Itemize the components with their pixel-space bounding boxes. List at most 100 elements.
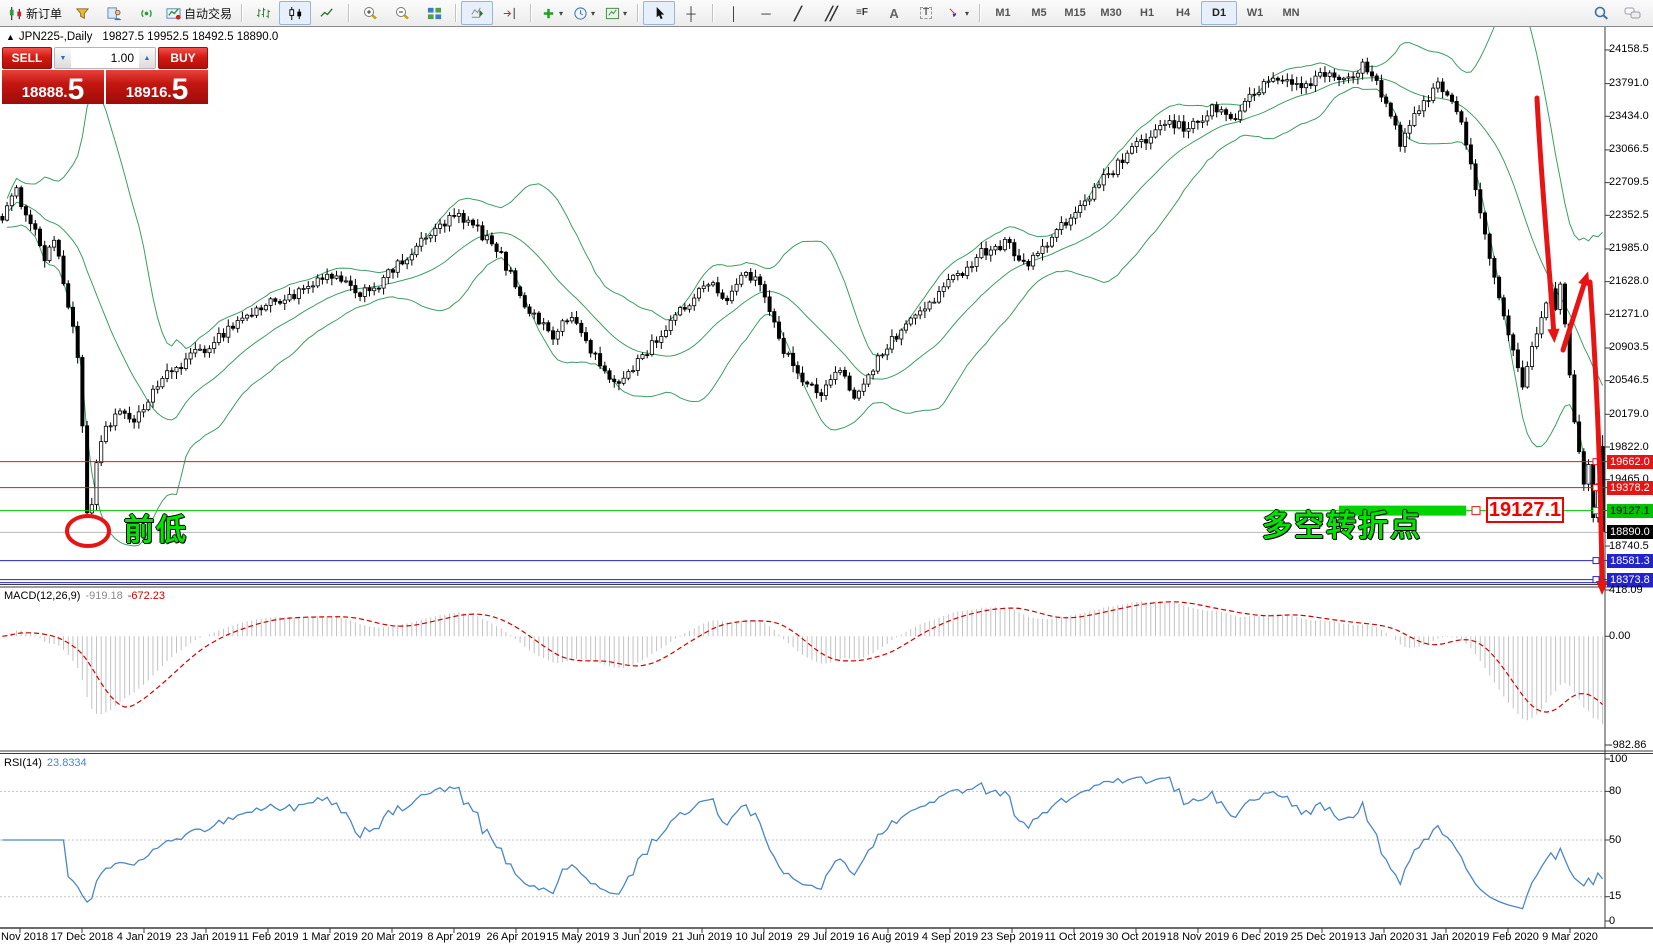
chart-shift-button[interactable] (493, 1, 525, 25)
tab-m15[interactable]: M15 (1057, 1, 1093, 25)
candle-body (980, 249, 983, 258)
candlestick-chart-button[interactable] (279, 1, 311, 25)
candle-body (29, 215, 32, 224)
candle-body (763, 285, 766, 297)
candle-body (198, 349, 201, 350)
line-anchor-handle[interactable] (1593, 508, 1599, 514)
turning-point-annotation[interactable]: 多空转折点 (1262, 512, 1422, 542)
candle-body (843, 370, 846, 376)
candle-body (363, 288, 366, 297)
chevron-down-icon: ▾ (965, 9, 969, 18)
candle-body (326, 274, 329, 279)
horizontal-line-button[interactable]: ─ (750, 1, 782, 25)
candle-body (1234, 119, 1237, 120)
vertical-line-button[interactable]: │ (718, 1, 750, 25)
candle-body (1535, 334, 1538, 347)
candle-body (848, 376, 851, 390)
candle-body (594, 353, 597, 354)
trend-arrow[interactable] (1590, 282, 1602, 588)
trendline-button[interactable]: ╱ (782, 1, 814, 25)
trend-arrow[interactable] (1537, 98, 1554, 336)
funnel-button[interactable] (66, 1, 98, 25)
cursor-button[interactable] (643, 1, 675, 25)
crosshair-button[interactable]: ┼ (675, 1, 707, 25)
candle-body (603, 366, 606, 371)
tab-m30[interactable]: M30 (1093, 1, 1129, 25)
auto-trading-button[interactable]: 自动交易 (162, 1, 236, 25)
tab-m5[interactable]: M5 (1021, 1, 1057, 25)
bar-chart-button[interactable] (247, 1, 279, 25)
candle-body (1309, 84, 1312, 86)
volume-input[interactable]: 1.00 (71, 48, 139, 68)
text-button[interactable]: A (878, 1, 910, 25)
candle-body (222, 333, 225, 337)
zoom-out-button[interactable] (386, 1, 418, 25)
candle-body (712, 283, 715, 285)
fibonacci-button[interactable]: ≡F (846, 1, 878, 25)
sell-price-panel[interactable]: 18888.5 (2, 70, 104, 104)
candle-body (1408, 125, 1411, 133)
candle-body (768, 297, 771, 312)
candle-body (740, 275, 743, 284)
candle-body (1314, 76, 1317, 86)
chart-canvas[interactable] (0, 0, 1653, 945)
periods-button[interactable]: ▾ (568, 1, 600, 25)
level-price-label[interactable]: 19127.1 (1486, 497, 1564, 523)
candle-body (38, 229, 41, 246)
candle-body (1427, 101, 1430, 102)
candle-body (118, 411, 121, 414)
candle-body (556, 331, 559, 339)
buy-price-panel[interactable]: 18916.5 (106, 70, 208, 104)
tab-h4[interactable]: H4 (1165, 1, 1201, 25)
tab-h1[interactable]: H1 (1129, 1, 1165, 25)
templates-button[interactable]: ▾ (600, 1, 632, 25)
candle-body (500, 252, 503, 253)
candle-body (660, 336, 663, 342)
volume-decrease-button[interactable]: ▼ (55, 48, 71, 68)
candle-body (1135, 142, 1138, 147)
candle-body (1441, 82, 1444, 92)
channel-button[interactable]: ╱╱ (814, 1, 846, 25)
search-button[interactable] (1585, 1, 1617, 25)
chat-button[interactable] (1617, 1, 1649, 25)
candle-body (1493, 258, 1496, 277)
zoom-in-button[interactable] (354, 1, 386, 25)
candle-body (514, 271, 517, 287)
signal-button[interactable] (130, 1, 162, 25)
line-chart-button[interactable] (311, 1, 343, 25)
candle-body (1432, 88, 1435, 100)
candle-body (547, 323, 550, 331)
macd-signal-line (2, 602, 1602, 712)
tile-windows-button[interactable] (418, 1, 450, 25)
volume-increase-button[interactable]: ▲ (139, 48, 155, 68)
prev-low-circle[interactable] (67, 516, 109, 546)
tab-w1[interactable]: W1 (1237, 1, 1273, 25)
market-watch-button[interactable] (98, 1, 130, 25)
line-anchor-handle[interactable] (1593, 558, 1599, 564)
indicators-button[interactable]: ▾ (536, 1, 568, 25)
sell-button[interactable]: SELL (2, 47, 52, 69)
candle-body (1229, 114, 1232, 118)
candle-body (415, 246, 418, 255)
tab-mn[interactable]: MN (1273, 1, 1309, 25)
tab-d1[interactable]: D1 (1201, 1, 1237, 25)
candle-body (227, 326, 230, 337)
buy-button[interactable]: BUY (158, 47, 208, 69)
candle-body (1112, 174, 1115, 175)
candle-body (650, 341, 653, 355)
auto-scroll-button[interactable] (461, 1, 493, 25)
sell-price-big-digit: 5 (68, 77, 85, 103)
prev-low-annotation[interactable]: 前低 (124, 516, 188, 546)
candle-body (147, 402, 150, 410)
candle-body (194, 349, 197, 353)
label-anchor-handle[interactable] (1472, 507, 1480, 515)
tab-m1[interactable]: M1 (985, 1, 1021, 25)
candle-body (359, 293, 362, 297)
arrows-tool-button[interactable]: ▾ (942, 1, 974, 25)
chart-window-title: ▲JPN225-,Daily19827.5 19952.5 18492.5 18… (6, 31, 278, 43)
line-anchor-handle[interactable] (1593, 577, 1599, 583)
new-order-button[interactable]: 新订单 (4, 1, 66, 25)
candle-body (1281, 80, 1284, 81)
text-label-button[interactable]: T (910, 1, 942, 25)
collapse-icon[interactable]: ▲ (6, 32, 15, 42)
